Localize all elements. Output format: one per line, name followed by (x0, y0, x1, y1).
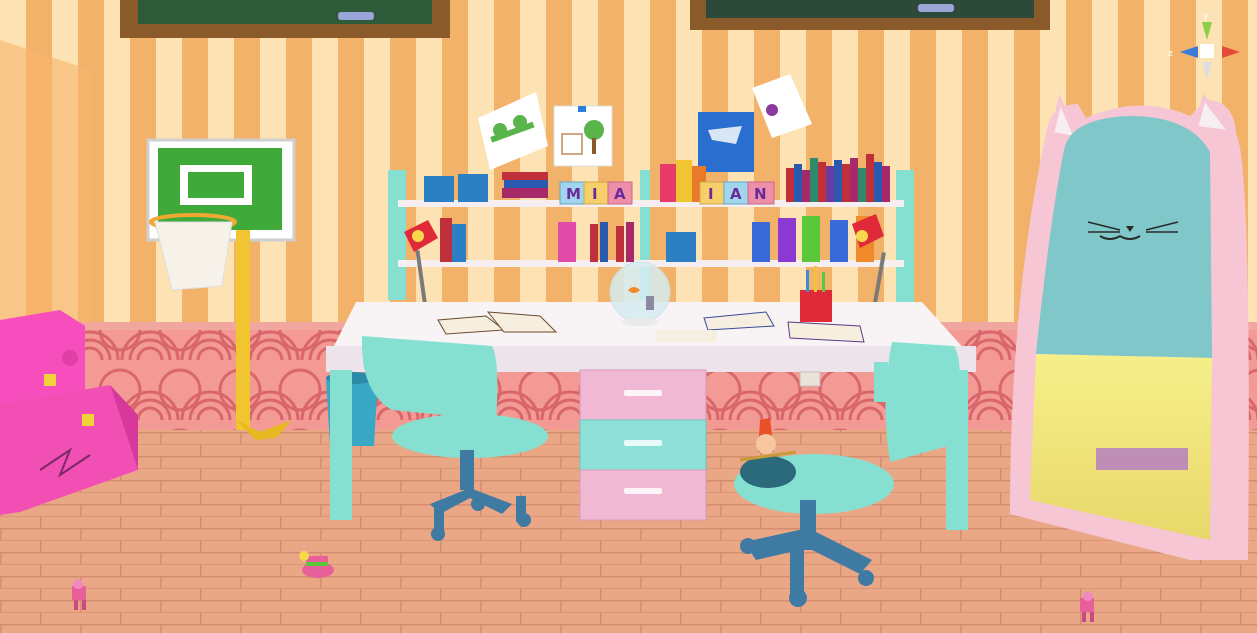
cat-mirror[interactable] (1010, 93, 1249, 560)
left-wall (0, 40, 90, 340)
gizmo-y-label: y (1203, 11, 1209, 21)
pencil-cup (424, 176, 454, 202)
name-blocks-mia: M I A (559, 181, 633, 205)
game-scene[interactable]: M I A I A N y z (0, 0, 1257, 633)
block-letter-a2: A (730, 185, 742, 203)
wall-socket (799, 371, 821, 387)
desk-drawers[interactable] (579, 369, 707, 521)
block-letter-i2: I (708, 185, 714, 203)
kids-drawing-house[interactable] (553, 105, 613, 167)
block-letter-n: N (754, 185, 767, 203)
kids-drawing-shark[interactable] (698, 112, 754, 172)
gizmo-center[interactable] (1200, 44, 1214, 58)
book-stack (502, 172, 548, 198)
block-letter-m: M (566, 185, 581, 203)
block-letter-a: A (614, 185, 626, 203)
name-blocks-ian: I A N (699, 181, 775, 205)
gizmo-z-label: z (1168, 49, 1173, 59)
block-letter-i: I (592, 185, 598, 203)
